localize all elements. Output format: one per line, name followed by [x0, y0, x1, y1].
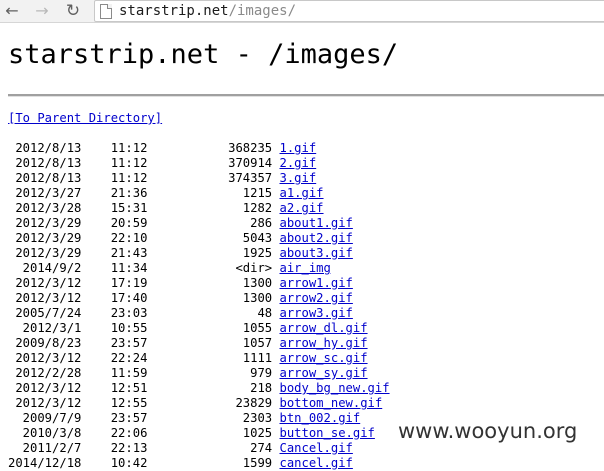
- list-item: 2014/12/18 10:42 1599 cancel.gif: [8, 456, 353, 470]
- address-bar[interactable]: starstrip.net/images/: [94, 0, 604, 22]
- parent-directory-link[interactable]: [To Parent Directory]: [8, 111, 162, 125]
- file-link[interactable]: about2.gif: [280, 231, 353, 245]
- list-item-meta: 2012/3/29 20:59 286: [8, 216, 280, 230]
- file-link[interactable]: Cancel.gif: [280, 441, 353, 455]
- list-item: 2009/8/23 23:57 1057 arrow_hy.gif: [8, 336, 368, 350]
- list-item: 2012/3/29 21:43 1925 about3.gif: [8, 246, 353, 260]
- file-link[interactable]: 2.gif: [280, 156, 317, 170]
- file-link[interactable]: btn_002.gif: [280, 411, 361, 425]
- list-item: 2009/7/9 23:57 2303 btn_002.gif: [8, 411, 361, 425]
- file-link[interactable]: arrow_dl.gif: [280, 321, 368, 335]
- file-link[interactable]: a2.gif: [280, 201, 324, 215]
- directory-listing: [To Parent Directory] 2012/8/13 11:12 36…: [8, 111, 390, 471]
- file-link[interactable]: button_se.gif: [280, 426, 375, 440]
- list-item: 2010/3/8 22:06 1025 button_se.gif: [8, 426, 375, 440]
- list-item-meta: 2014/9/2 11:34 <dir>: [8, 261, 280, 275]
- list-item-meta: 2005/7/24 23:03 48: [8, 306, 280, 320]
- file-link[interactable]: arrow_hy.gif: [280, 336, 368, 350]
- list-item-meta: 2009/7/9 23:57 2303: [8, 411, 280, 425]
- file-link[interactable]: arrow1.gif: [280, 276, 353, 290]
- divider: [8, 94, 604, 97]
- list-item: 2012/3/28 15:31 1282 a2.gif: [8, 201, 324, 215]
- list-item-meta: 2012/8/13 11:12 368235: [8, 141, 280, 155]
- file-link[interactable]: arrow3.gif: [280, 306, 353, 320]
- arrow-left-icon[interactable]: ←: [2, 1, 22, 21]
- list-item-meta: 2012/8/13 11:12 374357: [8, 171, 280, 185]
- file-link[interactable]: 3.gif: [280, 171, 317, 185]
- arrow-right-icon[interactable]: →: [32, 1, 52, 21]
- list-item-meta: 2012/3/29 22:10 5043: [8, 231, 280, 245]
- list-item: 2014/9/2 11:34 <dir> air_img: [8, 261, 331, 275]
- file-link[interactable]: air_img: [280, 261, 331, 275]
- page-title: starstrip.net - /images/: [8, 39, 399, 70]
- list-item: 2005/7/24 23:03 48 arrow3.gif: [8, 306, 353, 320]
- list-item-meta: 2012/3/12 22:24 1111: [8, 351, 280, 365]
- list-item: 2012/3/12 12:51 218 body_bg_new.gif: [8, 381, 390, 395]
- list-item: 2012/3/29 22:10 5043 about2.gif: [8, 231, 353, 245]
- list-item: 2012/3/12 17:40 1300 arrow2.gif: [8, 291, 353, 305]
- list-item-meta: 2009/8/23 23:57 1057: [8, 336, 280, 350]
- list-item-meta: 2012/3/28 15:31 1282: [8, 201, 280, 215]
- file-link[interactable]: cancel.gif: [280, 456, 353, 470]
- file-link[interactable]: about3.gif: [280, 246, 353, 260]
- list-item: 2012/8/13 11:12 368235 1.gif: [8, 141, 316, 155]
- file-link[interactable]: a1.gif: [280, 186, 324, 200]
- reload-icon[interactable]: ↻: [63, 1, 83, 21]
- list-item: 2012/3/12 12:55 23829 bottom_new.gif: [8, 396, 382, 410]
- page-icon: [100, 4, 112, 19]
- list-item: 2012/8/13 11:12 370914 2.gif: [8, 156, 316, 170]
- list-item-meta: 2012/3/29 21:43 1925: [8, 246, 280, 260]
- list-item: 2012/3/12 22:24 1111 arrow_sc.gif: [8, 351, 368, 365]
- list-item-meta: 2010/3/8 22:06 1025: [8, 426, 280, 440]
- list-item-meta: 2012/3/1 10:55 1055: [8, 321, 280, 335]
- url-host: starstrip.net: [119, 3, 229, 19]
- list-item-meta: 2012/8/13 11:12 370914: [8, 156, 280, 170]
- list-item-meta: 2014/12/18 10:42 1599: [8, 456, 280, 470]
- list-item: 2012/3/29 20:59 286 about1.gif: [8, 216, 353, 230]
- list-item: 2012/3/27 21:36 1215 a1.gif: [8, 186, 324, 200]
- list-item: 2011/2/7 22:13 274 Cancel.gif: [8, 441, 353, 455]
- list-item-meta: 2012/3/12 17:40 1300: [8, 291, 280, 305]
- file-link[interactable]: arrow2.gif: [280, 291, 353, 305]
- file-link[interactable]: bottom_new.gif: [280, 396, 383, 410]
- list-item-meta: 2012/2/28 11:59 979: [8, 366, 280, 380]
- browser-toolbar: ← → ↻ starstrip.net/images/: [0, 0, 604, 23]
- list-item: 2012/2/28 11:59 979 arrow_sy.gif: [8, 366, 368, 380]
- url-text[interactable]: starstrip.net/images/: [119, 2, 296, 20]
- list-item-meta: 2012/3/27 21:36 1215: [8, 186, 280, 200]
- list-item: 2012/8/13 11:12 374357 3.gif: [8, 171, 316, 185]
- list-item: 2012/3/1 10:55 1055 arrow_dl.gif: [8, 321, 368, 335]
- list-item-meta: 2012/3/12 12:51 218: [8, 381, 280, 395]
- watermark: www.wooyun.org: [398, 418, 578, 444]
- file-link[interactable]: 1.gif: [280, 141, 317, 155]
- url-path: /images/: [228, 3, 297, 19]
- file-link[interactable]: about1.gif: [280, 216, 353, 230]
- list-item-meta: 2011/2/7 22:13 274: [8, 441, 280, 455]
- list-item-meta: 2012/3/12 17:19 1300: [8, 276, 280, 290]
- list-item: 2012/3/12 17:19 1300 arrow1.gif: [8, 276, 353, 290]
- file-link[interactable]: arrow_sc.gif: [280, 351, 368, 365]
- list-item-meta: 2012/3/12 12:55 23829: [8, 396, 280, 410]
- file-link[interactable]: body_bg_new.gif: [280, 381, 390, 395]
- file-link[interactable]: arrow_sy.gif: [280, 366, 368, 380]
